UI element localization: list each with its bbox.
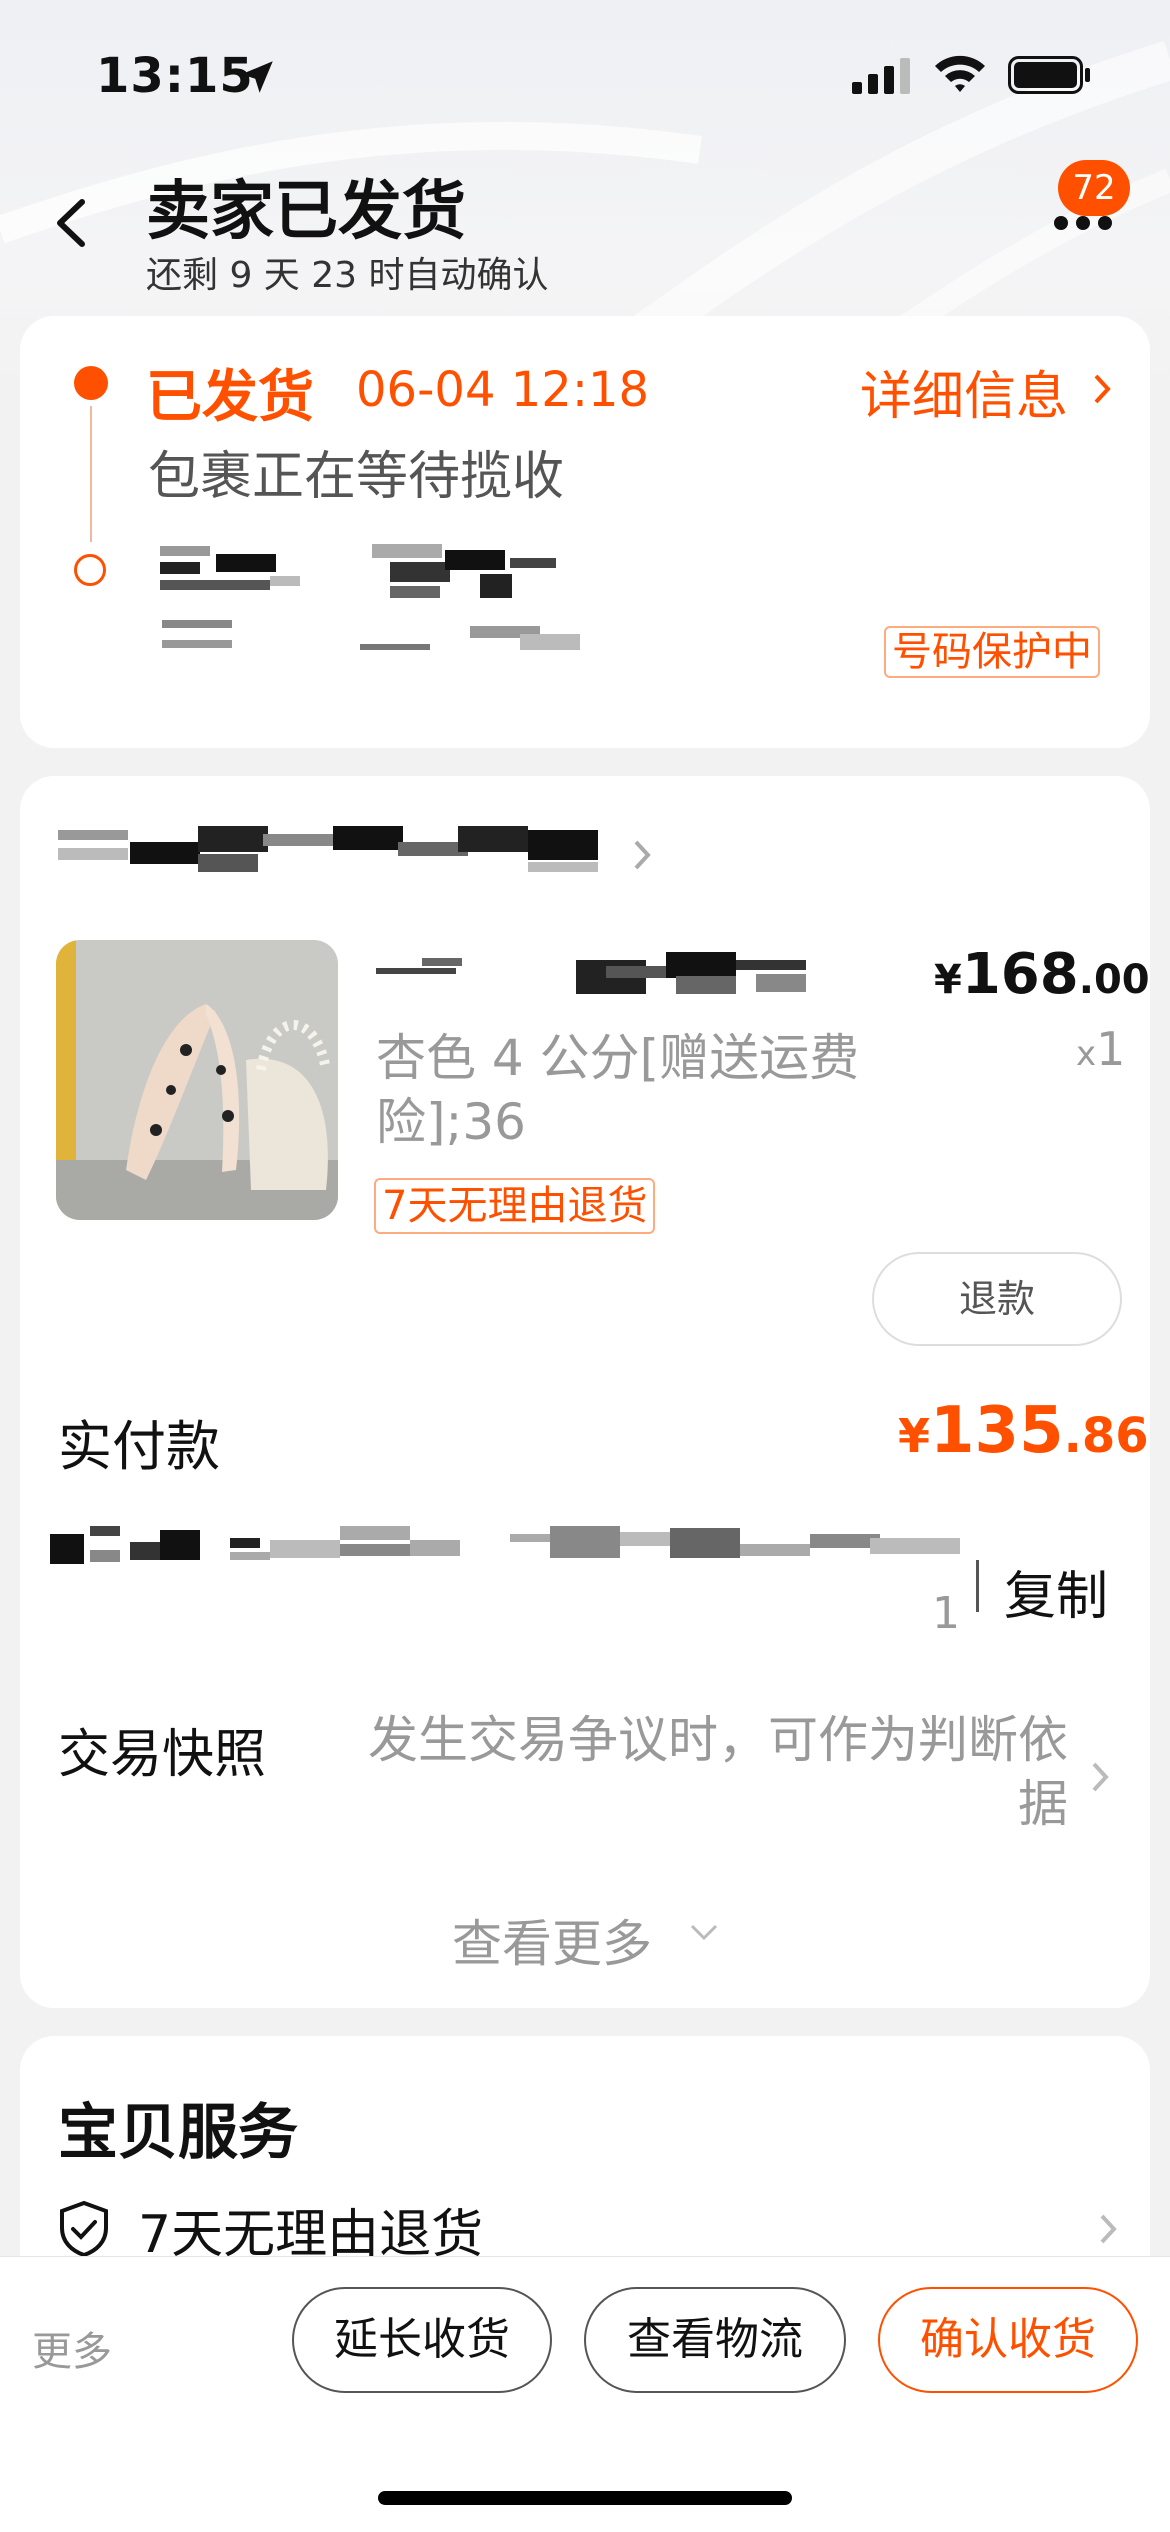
copy-divider <box>976 1560 979 1612</box>
timeline-line <box>90 406 92 542</box>
trade-snapshot-description[interactable]: 发生交易争议时，可作为判断依据 <box>340 1708 1068 1836</box>
paid-amount-label: 实付款 <box>58 1415 220 1478</box>
return-policy-tag: 7天无理由退货 <box>374 1178 656 1234</box>
chevron-right-icon <box>1094 374 1111 404</box>
more-menu-icon[interactable] <box>1050 212 1116 234</box>
copy-order-number-button[interactable]: 复制 <box>1004 1554 1108 1629</box>
chevron-down-icon <box>690 1924 718 1941</box>
paid-amount: ¥135.86 <box>898 1394 1149 1468</box>
shipping-status: 已发货 <box>146 365 314 430</box>
page-title: 卖家已发货 <box>146 175 466 249</box>
logistics-card[interactable]: 已发货 06-04 12:18 详细信息 包裹正在等待揽收 号码保护中 <box>20 316 1150 748</box>
status-time: 13:15 <box>96 48 254 104</box>
extend-receipt-button[interactable]: 延长收货 <box>292 2287 552 2393</box>
order-number-tail: 1 <box>932 1588 960 1639</box>
timeline-current-dot <box>74 366 108 400</box>
chevron-right-icon <box>1092 1762 1109 1792</box>
redacted-shop-name[interactable] <box>58 820 628 892</box>
service-title: 宝贝服务 <box>58 2098 298 2168</box>
shipping-time: 06-04 12:18 <box>356 362 650 418</box>
order-card: ¥168.00 x1 杏色 4 公分[赠送运费险];36 7天无理由退货 退款 … <box>20 776 1150 2008</box>
battery-icon <box>1008 56 1090 94</box>
product-image[interactable] <box>56 940 338 1220</box>
back-chevron-icon[interactable] <box>52 198 92 248</box>
product-quantity: x1 <box>1076 1022 1126 1076</box>
bottom-action-bar: 更多 延长收货 查看物流 确认收货 <box>0 2256 1170 2532</box>
view-logistics-button[interactable]: 查看物流 <box>584 2287 846 2393</box>
see-more-button[interactable]: 查看更多 <box>452 1904 652 1976</box>
chevron-right-icon <box>1100 2214 1117 2244</box>
phone-protection-tag: 号码保护中 <box>884 626 1100 678</box>
redacted-recipient-info <box>140 540 780 660</box>
location-arrow-icon <box>241 61 273 93</box>
confirm-receipt-button[interactable]: 确认收货 <box>878 2287 1138 2393</box>
timeline-address-dot <box>74 554 106 586</box>
status-bar: 13:15 <box>0 0 1170 150</box>
redacted-product-title[interactable] <box>376 946 856 1016</box>
trade-snapshot-label[interactable]: 交易快照 <box>58 1712 266 1787</box>
refund-button[interactable]: 退款 <box>872 1252 1122 1346</box>
redacted-order-number <box>50 1516 980 1576</box>
cellular-signal-icon <box>852 58 910 94</box>
product-sku: 杏色 4 公分[赠送运费险];36 <box>376 1029 860 1151</box>
more-actions-button[interactable]: 更多 <box>32 2319 112 2377</box>
message-count-badge: 72 <box>1058 160 1130 216</box>
shipping-description: 包裹正在等待揽收 <box>148 447 565 507</box>
wifi-icon <box>935 55 985 92</box>
auto-confirm-countdown: 还剩 9 天 23 时自动确认 <box>146 255 549 296</box>
chevron-right-icon <box>634 840 651 870</box>
logistics-detail-link[interactable]: 详细信息 <box>860 354 1068 429</box>
product-price: ¥168.00 <box>934 942 1150 1007</box>
home-indicator <box>378 2491 792 2505</box>
shield-check-icon <box>60 2200 108 2258</box>
